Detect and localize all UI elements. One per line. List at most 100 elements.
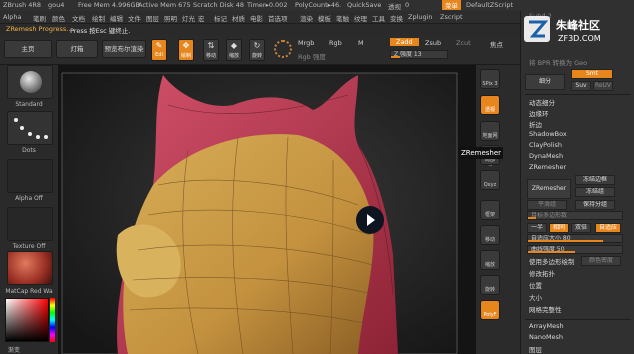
- draw-mode-button[interactable]: ✥ 绘制: [178, 39, 194, 61]
- menu-item[interactable]: 文件: [128, 13, 141, 23]
- suv-toggle[interactable]: Suv: [571, 81, 591, 91]
- menu-item[interactable]: 电影: [250, 13, 263, 23]
- floor-icon[interactable]: 地面网格: [480, 121, 500, 167]
- menu-item[interactable]: Zplugin: [408, 13, 433, 21]
- palette-item[interactable]: ClayPolish: [529, 141, 562, 149]
- bpr-to-geo-label[interactable]: 将 BPR 转换为 Geo: [529, 57, 587, 67]
- menu-item[interactable]: 工具: [372, 13, 385, 23]
- smooth-groups-button[interactable]: 平滑组: [527, 200, 567, 210]
- freeze-border-button[interactable]: 冻结边框: [575, 175, 615, 185]
- same-button[interactable]: 相同: [549, 223, 569, 233]
- preview-render-button[interactable]: 预览布尔渲染: [102, 40, 146, 58]
- scale-mode-button[interactable]: ◆ 缩放: [226, 39, 242, 61]
- palette-item[interactable]: 折边: [529, 119, 542, 129]
- adaptive-button[interactable]: 自适应: [595, 223, 621, 233]
- viewport-canvas[interactable]: [58, 65, 476, 354]
- camera-icon[interactable]: 透视: [480, 95, 500, 115]
- menu-item[interactable]: 绘制: [92, 13, 105, 23]
- reuv-toggle[interactable]: ReUV: [593, 81, 613, 91]
- palette-item[interactable]: DynaMesh: [529, 152, 563, 160]
- menu-item[interactable]: 笔刷: [33, 13, 46, 23]
- menu-item[interactable]: 照明: [164, 13, 177, 23]
- menu-item[interactable]: 变换: [390, 13, 403, 23]
- edit-mode-button[interactable]: ✎ Edi: [151, 39, 167, 61]
- menu-item[interactable]: 颜色: [52, 13, 65, 23]
- menu-item[interactable]: 模板: [318, 13, 331, 23]
- palette-item[interactable]: 边缘环: [529, 108, 549, 118]
- move-mode-button[interactable]: ⇅ 移动: [203, 39, 219, 61]
- material-slot[interactable]: [7, 251, 53, 285]
- frame-icon[interactable]: 框架: [480, 200, 500, 220]
- palette-item[interactable]: 动态细分: [529, 97, 555, 107]
- color-picker[interactable]: [5, 298, 49, 342]
- keep-groups-button[interactable]: 保持分组: [575, 200, 615, 210]
- divide-button[interactable]: 细分: [525, 74, 565, 90]
- menu-item[interactable]: 灯光: [182, 13, 195, 23]
- rotate-icon[interactable]: 旋转: [480, 275, 500, 295]
- mrgb-button[interactable]: Mrgb: [298, 39, 314, 47]
- zadd-button[interactable]: Zadd: [390, 38, 419, 46]
- home-button[interactable]: 主页: [4, 40, 52, 58]
- freeze-groups-button[interactable]: 冻结组: [575, 187, 615, 197]
- gizmo-icon[interactable]: [274, 40, 292, 58]
- stroke-slot[interactable]: [7, 111, 53, 145]
- curve-strength-slider[interactable]: 曲线强度 50: [527, 245, 623, 254]
- rotate-icon: ↻: [253, 41, 261, 50]
- alpha-slot[interactable]: [7, 159, 53, 193]
- menu-item[interactable]: 首选项: [268, 13, 288, 23]
- palette-subpalette[interactable]: 修改拓扑: [529, 268, 555, 278]
- menu-item[interactable]: 材质: [232, 13, 245, 23]
- rgb-intensity-slider[interactable]: Rgb 强度: [298, 51, 326, 61]
- rotate-mode-button[interactable]: ↻ 旋转: [249, 39, 265, 61]
- palette-subpalette[interactable]: 网格完整性: [529, 304, 562, 314]
- menu-item[interactable]: 文档: [72, 13, 85, 23]
- adaptive-size-slider[interactable]: 自适应大小 80: [527, 234, 623, 243]
- menu-item[interactable]: 标记: [214, 13, 227, 23]
- move-icon[interactable]: 移动: [480, 225, 500, 245]
- palette-subpalette[interactable]: NanoMesh: [529, 333, 563, 341]
- palette-subpalette[interactable]: ArrayMesh: [529, 322, 564, 330]
- zoom-icon[interactable]: 缩放: [480, 250, 500, 270]
- palette-subpalette[interactable]: 大小: [529, 292, 542, 302]
- menu-item[interactable]: 图层: [146, 13, 159, 23]
- half-button[interactable]: 一半: [527, 223, 547, 233]
- menu-item[interactable]: Zscript: [440, 13, 463, 21]
- palette-subpalette[interactable]: 位置: [529, 280, 542, 290]
- hint-text: Press 按Esc 键终止.: [70, 27, 131, 35]
- polyf-icon[interactable]: PolyF: [480, 300, 500, 320]
- quicksave-button[interactable]: QuickSave: [347, 1, 381, 9]
- menu-item[interactable]: 笔触: [336, 13, 349, 23]
- spix-icon[interactable]: SPix 3: [480, 69, 500, 89]
- zremesher-button[interactable]: ZRemesher: [527, 179, 571, 199]
- palette-item[interactable]: ZRemesher: [529, 163, 566, 171]
- palette-subpalette[interactable]: 图层: [529, 344, 542, 354]
- zcut-button[interactable]: Zcut: [456, 39, 471, 47]
- lightbox-button[interactable]: 灯箱: [56, 40, 98, 58]
- rgb-button[interactable]: Rgb: [329, 39, 342, 47]
- color-density-slider[interactable]: 颜色密度: [581, 256, 621, 266]
- focal-shift-label[interactable]: 焦点: [490, 39, 503, 49]
- z-intensity-slider[interactable]: Z 强度 13: [390, 50, 448, 59]
- use-polypaint-toggle[interactable]: 使用多边形绘制: [529, 256, 575, 266]
- transparency-value[interactable]: 0: [405, 1, 409, 9]
- texture-slot[interactable]: [7, 207, 53, 241]
- m-button[interactable]: M: [358, 39, 364, 47]
- hue-strip[interactable]: [50, 298, 55, 342]
- brush-slot[interactable]: [7, 65, 53, 99]
- smt-toggle[interactable]: Smt: [571, 69, 613, 79]
- menu-item[interactable]: Alpha: [3, 13, 21, 21]
- menu-item[interactable]: 渲染: [300, 13, 313, 23]
- xyz-icon[interactable]: Qxyz: [480, 170, 500, 190]
- menu-item[interactable]: 宏: [198, 13, 205, 23]
- tool-palette: Subd 2 将 BPR 转换为 Geo 细分 Smt Suv ReUV 动态细…: [520, 11, 634, 354]
- double-button[interactable]: 双倍: [571, 223, 591, 233]
- default-script[interactable]: DefaultZScript: [466, 1, 513, 9]
- palette-item[interactable]: ShadowBox: [529, 130, 567, 138]
- polycount: PolyCount▸46.: [295, 1, 342, 9]
- zsub-button[interactable]: Zsub: [425, 39, 441, 47]
- menu-item[interactable]: 纹理: [354, 13, 367, 23]
- gradient-label[interactable]: 渐变: [0, 345, 43, 354]
- menu-button[interactable]: 菜单: [442, 0, 461, 10]
- target-poly-slider[interactable]: 目标多边形数: [527, 211, 623, 220]
- menu-item[interactable]: 编辑: [110, 13, 123, 23]
